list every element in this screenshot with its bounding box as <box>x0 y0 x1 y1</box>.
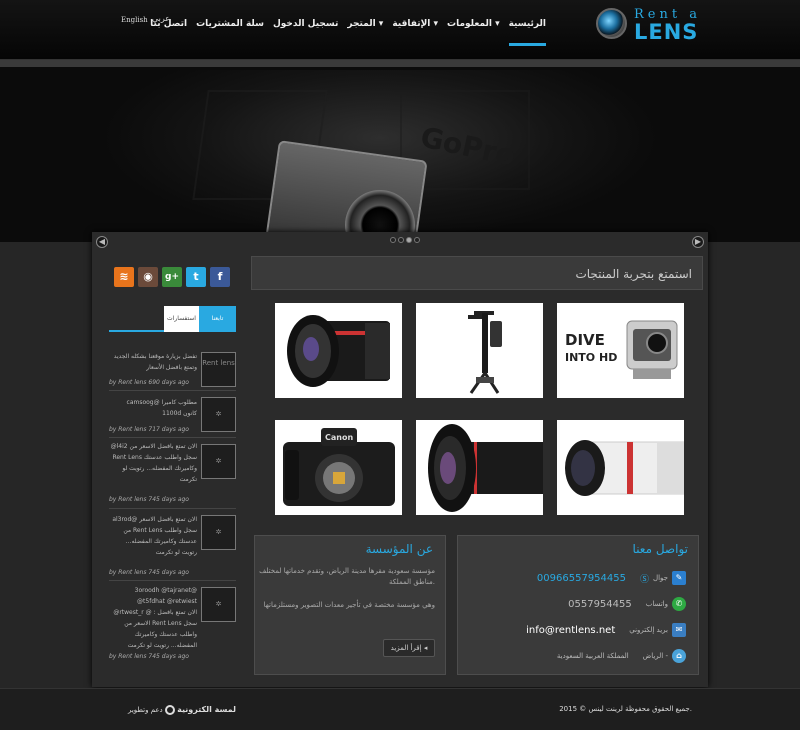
slider-dot[interactable] <box>398 237 404 243</box>
nav-info[interactable]: المعلومات ▾ <box>447 0 500 46</box>
main-nav: الرئيسية المعلومات ▾ الإتفاقية ▾ المتجر … <box>150 0 546 46</box>
tweet-meta: by Rent lens 690 days ago <box>109 379 189 386</box>
tweet-meta: by Rent lens 745 days ago <box>109 569 189 576</box>
lang-english-link[interactable]: English <box>121 16 148 24</box>
tweet-item: Rent lens تفضل بزيارة موقعنا بشكله الجدي… <box>109 346 236 391</box>
location-value: المملكة العربية السعودية <box>556 652 629 660</box>
tweet-item: ✲ @l4i2 الان تمتع بافضل الاسعر من Rent L… <box>109 439 236 509</box>
logo[interactable]: Rent a LENS <box>596 7 699 44</box>
tab-faq[interactable]: استفسارات <box>164 306 199 332</box>
slider-next-button[interactable]: ▶ <box>692 236 704 248</box>
about-title: عن المؤسسة <box>365 542 433 556</box>
products-title: استمتع بتجربة المنتجات <box>251 256 703 290</box>
developer-logo-icon <box>164 705 175 715</box>
about-paragraph-1: مؤسسة سعودية مقرها مدينة الرياض، وتقدم خ… <box>259 567 435 586</box>
whatsapp-icon: ✆ <box>672 597 686 611</box>
svg-text:Canon: Canon <box>325 433 353 442</box>
developer-name: لمسة الكترونية <box>177 705 237 714</box>
fisheye-lens-image <box>428 424 543 512</box>
arrow-left-icon: ◂ <box>423 644 428 652</box>
nav-agreement[interactable]: الإتفاقية ▾ <box>392 0 438 46</box>
tweet-item: ✲ 3oroodh @tajranet@ @t5fdhat @retwiest … <box>109 582 236 667</box>
slider-dots <box>390 237 420 243</box>
product-fisheye-lens[interactable] <box>416 420 543 515</box>
tweet-item: ✲ camsoog@ مطلوب كاميرا 1100d كانون by R… <box>109 392 236 438</box>
nav-cart[interactable]: سلة المشتريات <box>196 0 264 46</box>
email-value[interactable]: info@rentlens.net <box>526 625 615 636</box>
contact-row-email: info@rentlens.net بريد إلكتروني ✉ <box>526 622 686 638</box>
phone-icon: ✎ <box>672 571 686 585</box>
read-more-label: إقرأ المزيد <box>390 644 422 652</box>
tweet-text: @l4i2 الان تمتع بافضل الاسعر من Rent Len… <box>110 443 197 483</box>
contact-row-location: المملكة العربية السعودية الرياض - ⌂ <box>557 648 686 664</box>
slider-dot[interactable] <box>390 237 396 243</box>
canon-camera-image: Canon <box>283 428 395 506</box>
white-lens-image <box>565 440 684 496</box>
tweet-meta: by Rent lens 745 days ago <box>109 496 189 503</box>
tab-follow[interactable]: تابعنا <box>199 306 236 332</box>
hero-slider: GoPro <box>0 60 800 242</box>
svg-text:DIVE: DIVE <box>565 331 605 349</box>
contact-title: تواصل معنا <box>632 542 688 556</box>
slider-dot[interactable] <box>414 237 420 243</box>
about-box: عن المؤسسة مؤسسة سعودية مقرها مدينة الري… <box>254 535 446 675</box>
lang-arabic-link[interactable]: عربي <box>152 14 170 23</box>
nav-login[interactable]: تسجيل الدخول <box>273 0 338 46</box>
tweet-text: 3oroodh @tajranet@ @t5fdhat @retwiest @r… <box>113 587 197 649</box>
logo-line2: LENS <box>634 20 699 44</box>
read-more-button[interactable]: إقرأ المزيد ◂ <box>383 639 435 657</box>
googleplus-icon[interactable]: g+ <box>162 267 182 287</box>
tweet-meta: by Rent lens 745 days ago <box>109 653 189 660</box>
tweet-text: تفضل بزيارة موقعنا بشكله الجديد وتمتع با… <box>113 353 197 371</box>
product-lens-canon-l[interactable] <box>275 303 402 398</box>
twitter-icon[interactable]: t <box>186 267 206 287</box>
sidebar-tabs: تابعنا استفسارات <box>109 306 236 332</box>
social-links: ≋ ◉ g+ t f <box>114 267 230 287</box>
stabilizer-image <box>468 311 502 394</box>
whatsapp-label: واتساب <box>645 600 668 608</box>
avatar-icon[interactable]: ✲ <box>201 587 236 622</box>
product-canon-camera-body[interactable]: Canon <box>275 420 402 515</box>
tweet-item: ✲ al3rod@ الان تمتع بافضل الاسعر من Rent… <box>109 510 236 581</box>
nav-home[interactable]: الرئيسية <box>508 0 546 46</box>
location-icon: ⌂ <box>672 649 686 663</box>
phone-value[interactable]: 00966557954455 <box>537 573 626 584</box>
footer: جميع الحقوق محفوظة لرينت لينس © 2015. لم… <box>0 688 800 730</box>
email-label: بريد إلكتروني <box>629 626 668 634</box>
tweet-text: camsoog@ مطلوب كاميرا 1100d كانون <box>126 399 197 417</box>
contact-row-phone: 00966557954455 Ⓢ جوال ✎ <box>537 570 686 586</box>
svg-text:INTO HD: INTO HD <box>565 351 617 364</box>
avatar-icon[interactable]: ✲ <box>201 444 236 479</box>
instagram-icon[interactable]: ◉ <box>138 267 158 287</box>
location-label: الرياض - <box>642 652 668 660</box>
tweet-text: al3rod@ الان تمتع بافضل الاسعر من Rent L… <box>112 516 197 556</box>
product-gopro-dive-hd[interactable]: DIVE INTO HD <box>557 303 684 398</box>
nav-store[interactable]: المتجر ▾ <box>347 0 383 46</box>
skype-icon: Ⓢ <box>640 574 650 585</box>
avatar-icon[interactable]: ✲ <box>201 515 236 550</box>
lens-image <box>287 315 390 387</box>
slider-dot-active[interactable] <box>406 237 412 243</box>
top-header: Rent a LENS الرئيسية المعلومات ▾ الإتفاق… <box>0 0 800 60</box>
lens-icon <box>596 8 627 39</box>
contact-row-whatsapp: 0557954455 واتساب ✆ <box>568 596 686 612</box>
product-camera-stabilizer[interactable] <box>416 303 543 398</box>
product-white-tele-lens[interactable] <box>557 420 684 515</box>
developer-label: دعم وتطوير <box>128 706 163 714</box>
rss-icon[interactable]: ≋ <box>114 267 134 287</box>
about-paragraph-2: وهي مؤسسة مختصة في تأجير معدات التصوير و… <box>263 601 435 609</box>
nav-contact[interactable]: اتصل بنا <box>150 0 187 46</box>
contact-box: تواصل معنا 00966557954455 Ⓢ جوال ✎ 05579… <box>457 535 699 675</box>
footer-developer[interactable]: لمسة الكترونية دعم وتطوير <box>128 705 236 715</box>
tweet-meta: by Rent lens 717 days ago <box>109 426 189 433</box>
phone-label: جوال <box>653 574 668 582</box>
footer-copyright: جميع الحقوق محفوظة لرينت لينس © 2015. <box>559 705 692 713</box>
facebook-icon[interactable]: f <box>210 267 230 287</box>
slider-prev-button[interactable]: ◀ <box>96 236 108 248</box>
email-icon: ✉ <box>672 623 686 637</box>
gopro-box-image: DIVE INTO HD <box>565 320 678 379</box>
whatsapp-value: 0557954455 <box>568 598 632 610</box>
